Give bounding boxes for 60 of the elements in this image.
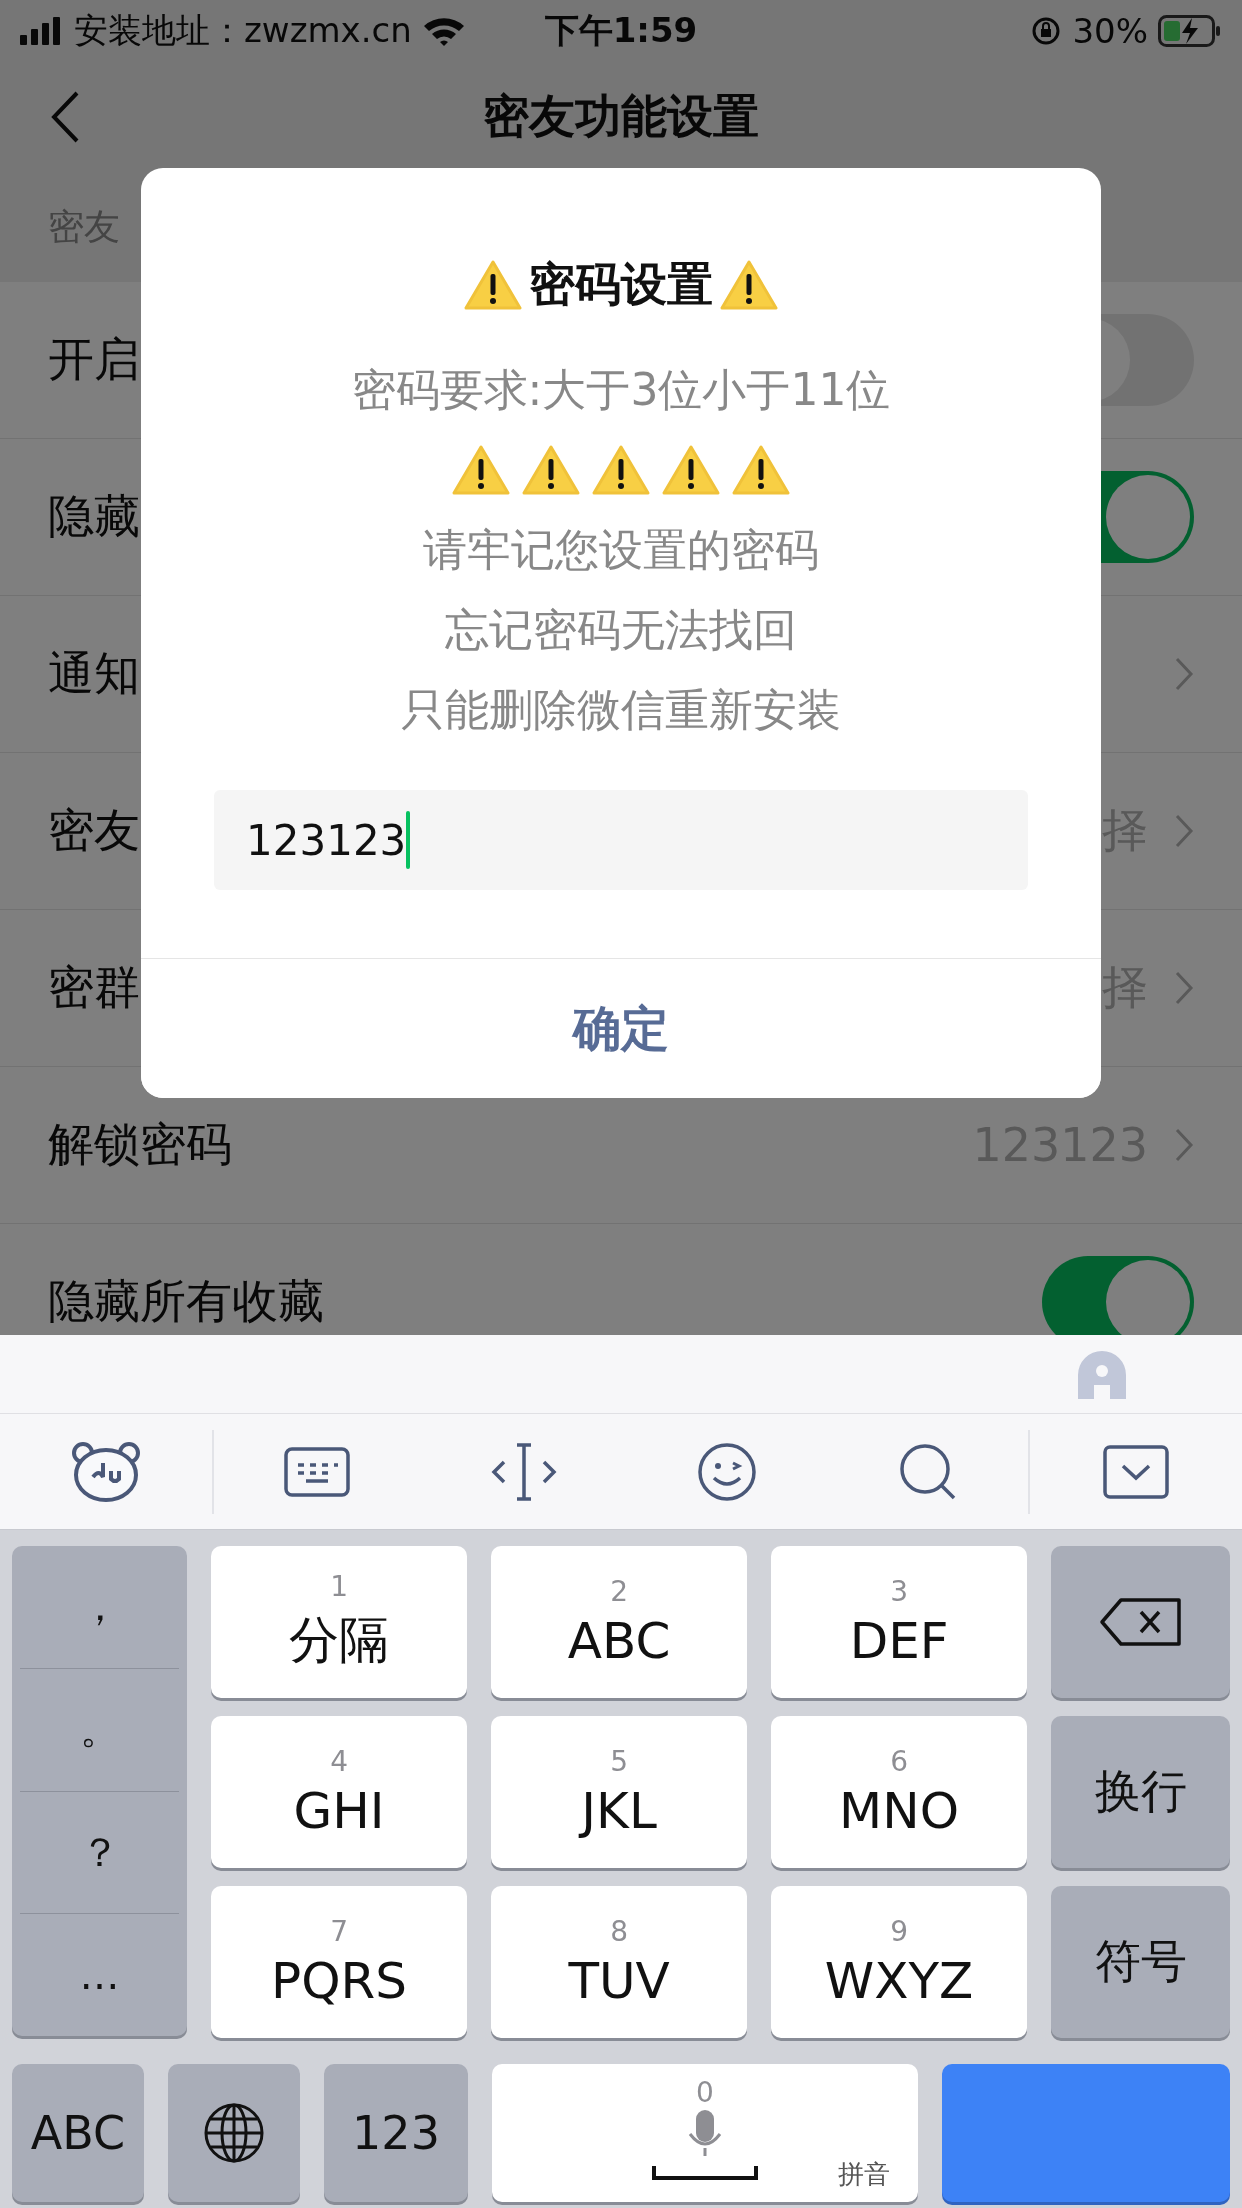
back-icon[interactable] — [50, 90, 80, 144]
backspace-icon — [1098, 1597, 1183, 1647]
chevron-icon — [1174, 1127, 1194, 1163]
row-label: 隐藏 — [48, 488, 140, 545]
keyboard-icon[interactable] — [284, 1446, 351, 1497]
letter-key[interactable]: 7 PQRS — [211, 1886, 468, 2038]
warning-icon — [463, 259, 523, 311]
collapse-keyboard-icon[interactable] — [1103, 1444, 1169, 1499]
search-icon[interactable] — [897, 1441, 958, 1502]
chevron-icon — [1174, 656, 1194, 692]
row-label: 开启 — [48, 331, 140, 388]
page-title: 密友功能设置 — [483, 88, 759, 145]
letter-key[interactable]: 6 MNO — [771, 1716, 1028, 1868]
dialog-text: 密码要求:大于3位小于11位 — [351, 363, 891, 417]
row-label: 解锁密码 — [48, 1116, 232, 1173]
chevron-icon — [1174, 813, 1194, 849]
abc-key[interactable]: ABC — [12, 2064, 144, 2202]
bear-logo-icon[interactable] — [71, 1440, 141, 1503]
clock-time: 下午1:59 — [544, 9, 698, 52]
row-label: 密友 — [48, 802, 140, 859]
dialog-text: 请牢记您设置的密码 — [423, 523, 819, 577]
warning-icon — [451, 444, 511, 496]
dialog-text: 忘记密码无法找回 — [445, 603, 797, 657]
row-label: 隐藏所有收藏 — [48, 1273, 324, 1330]
letter-key[interactable]: 8 TUV — [491, 1886, 748, 2038]
letter-key[interactable]: 3 DEF — [771, 1546, 1028, 1698]
password-field[interactable]: 123123 — [214, 790, 1028, 890]
space-bar-icon — [650, 2164, 760, 2180]
punctuation-key[interactable]: ， — [20, 1546, 180, 1669]
emoji-icon[interactable] — [697, 1441, 758, 1502]
symbols-key[interactable]: 符号 — [1051, 1886, 1230, 2038]
warning-icon — [731, 444, 791, 496]
warning-icon — [591, 444, 651, 496]
letter-key[interactable]: 9 WXYZ — [771, 1886, 1028, 2038]
backspace-key[interactable] — [1051, 1546, 1230, 1698]
confirm-button[interactable]: 确定 — [141, 958, 1101, 1098]
microphone-icon — [688, 2110, 722, 2158]
letter-key[interactable]: 5 JKL — [491, 1716, 748, 1868]
chevron-icon — [1174, 970, 1194, 1006]
punctuation-key[interactable]: … — [20, 1914, 180, 2036]
letter-key[interactable]: 1 分隔 — [211, 1546, 468, 1698]
newline-key[interactable]: 换行 — [1051, 1716, 1230, 1868]
punctuation-key[interactable]: ？ — [20, 1791, 180, 1915]
space-key[interactable]: 0 拼音 — [492, 2064, 918, 2202]
warning-icon — [719, 259, 779, 311]
globe-key[interactable] — [168, 2064, 300, 2202]
dialog-text: 只能删除微信重新安装 — [401, 683, 841, 737]
warning-icon — [661, 444, 721, 496]
battery-percent: 30% — [1072, 11, 1148, 51]
punctuation-key[interactable]: 。 — [20, 1668, 180, 1792]
carrier-text: 安装地址：zwzmx.cn — [74, 9, 412, 52]
battery-charging-icon — [1158, 15, 1222, 47]
row-label: 通知 — [48, 645, 140, 702]
letter-key[interactable]: 2 ABC — [491, 1546, 748, 1698]
dialog-title: 密码设置 — [529, 256, 713, 313]
letter-key[interactable]: 4 GHI — [211, 1716, 468, 1868]
globe-icon — [203, 2102, 265, 2164]
row-label: 密群 — [48, 959, 140, 1016]
warning-icon — [521, 444, 581, 496]
number-key[interactable]: 123 — [324, 2064, 468, 2202]
